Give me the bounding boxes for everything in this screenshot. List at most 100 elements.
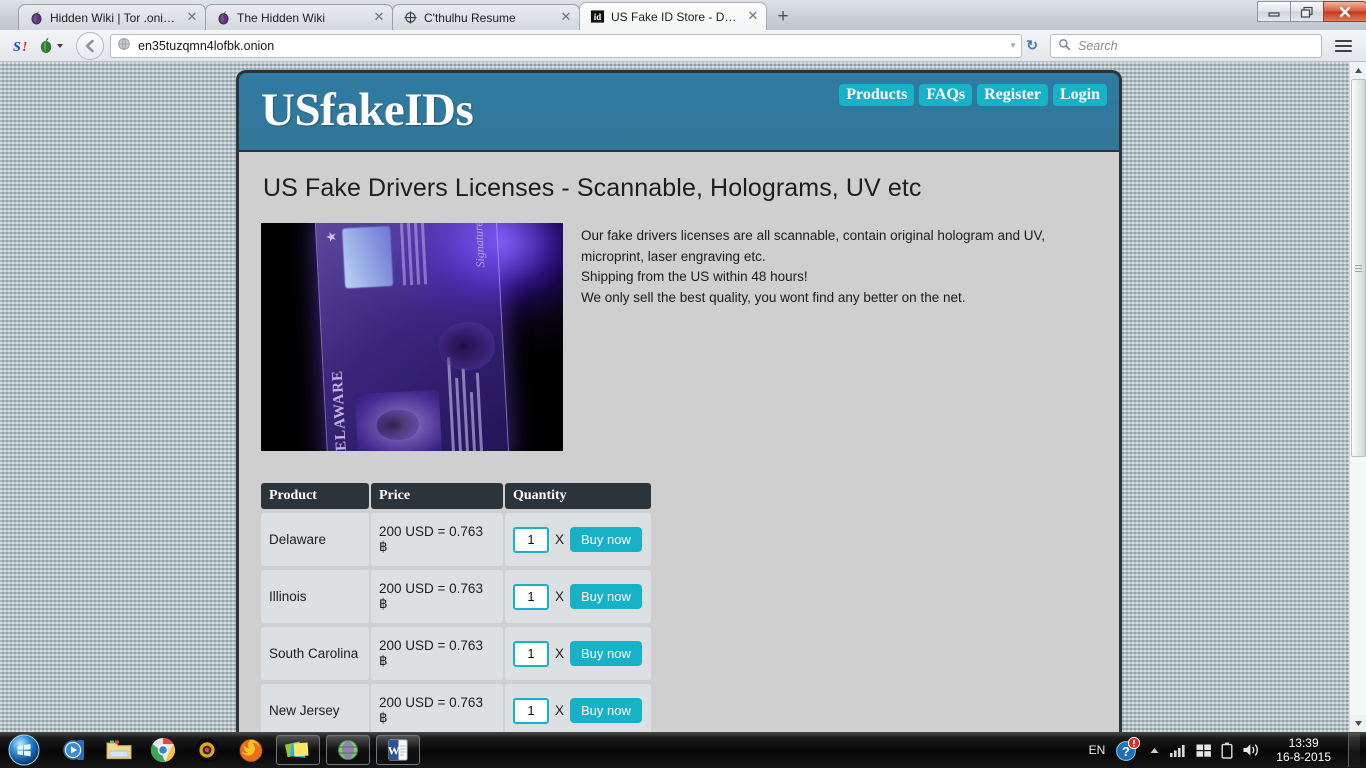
nav-item-products[interactable]: Products: [839, 84, 915, 106]
chevron-down-icon[interactable]: ▾: [1011, 40, 1016, 51]
table-row: Delaware 200 USD = 0.763 ฿ X Buy now: [261, 513, 651, 566]
product-table: Product Price Quantity Delaware 200 USD …: [261, 483, 651, 732]
cell-quantity: X Buy now: [505, 570, 651, 623]
torbutton-icon[interactable]: [34, 33, 68, 59]
start-button[interactable]: [2, 733, 46, 767]
nav-item-login[interactable]: Login: [1052, 84, 1107, 106]
svg-text:S: S: [13, 40, 21, 55]
volume-icon[interactable]: [1242, 742, 1261, 758]
browser-window: Hidden Wiki | Tor .onion ur... ✕ The Hid…: [0, 0, 1366, 732]
search-bar[interactable]: Search: [1050, 33, 1322, 58]
clock-date: 16-8-2015: [1276, 750, 1331, 764]
battery-icon[interactable]: [1221, 742, 1233, 759]
network-signal-icon[interactable]: [1169, 743, 1187, 758]
cell-price: 200 USD = 0.763 ฿: [371, 627, 503, 680]
quantity-input[interactable]: [513, 583, 549, 610]
multiply-symbol: X: [555, 646, 565, 661]
tray-overflow-arrow-icon[interactable]: [1149, 746, 1160, 755]
id-card-rotated-face: DELAWARE ★ Signature: [315, 223, 509, 451]
tor-browser-window[interactable]: [326, 735, 370, 765]
buy-now-button[interactable]: Buy now: [570, 527, 642, 552]
id-card-icon: id: [590, 9, 605, 24]
taskbar-items: W: [56, 735, 420, 765]
scroll-up-arrow-icon[interactable]: [1349, 62, 1366, 79]
address-bar-url: en35tuzqmn4lofbk.onion: [138, 38, 275, 53]
table-row: Illinois 200 USD = 0.763 ฿ X Buy now: [261, 570, 651, 623]
address-bar[interactable]: en35tuzqmn4lofbk.onion ▾: [110, 33, 1023, 58]
browser-tab-4-active[interactable]: id US Fake ID Store - Drivers L... ✕: [579, 2, 767, 30]
intro-line-4: We only sell the best quality, you wont …: [581, 289, 966, 305]
scrollbar-track[interactable]: [1350, 79, 1366, 715]
search-input-placeholder[interactable]: Search: [1078, 39, 1118, 53]
clock-time: 13:39: [1288, 736, 1319, 750]
cell-price: 200 USD = 0.763 ฿: [371, 513, 503, 566]
browser-toolbar: S ! en35tuzqmn4lofbk.onion ▾ ↻ Search: [0, 30, 1366, 62]
intro-line-1: Our fake drivers licenses are all scanna…: [581, 228, 1046, 243]
buy-now-button[interactable]: Buy now: [570, 641, 642, 666]
table-header-row: Product Price Quantity: [261, 483, 651, 509]
scrollbar-grip-icon: [1354, 264, 1362, 272]
site-identity-globe-icon: [117, 37, 131, 54]
quantity-input[interactable]: [513, 697, 549, 724]
show-desktop-button[interactable]: [1348, 733, 1360, 767]
id-card-state-text: DELAWARE: [329, 369, 351, 451]
tor-browser-icon[interactable]: [188, 735, 226, 765]
windows-media-player-icon[interactable]: [56, 735, 94, 765]
drivers-license-uv-photo: DELAWARE ★ Signature: [261, 223, 563, 451]
windows-explorer-icon[interactable]: [100, 735, 138, 765]
browser-tab-2[interactable]: The Hidden Wiki ✕: [205, 4, 393, 30]
id-card-hologram: [342, 226, 394, 289]
column-header-product: Product: [261, 483, 369, 509]
page-title: US Fake Drivers Licenses - Scannable, Ho…: [263, 174, 922, 202]
browser-tab-title: US Fake ID Store - Drivers L...: [611, 9, 740, 24]
tab-strip: Hidden Wiki | Tor .onion ur... ✕ The Hid…: [0, 0, 1366, 30]
cell-price: 200 USD = 0.763 ฿: [371, 684, 503, 732]
reload-icon[interactable]: ↻: [1022, 37, 1042, 54]
svg-text:id: id: [594, 12, 601, 22]
vertical-scrollbar[interactable]: [1349, 62, 1366, 732]
stumbleupon-icon[interactable]: S !: [8, 33, 34, 59]
cell-quantity: X Buy now: [505, 627, 651, 680]
buy-now-button[interactable]: Buy now: [570, 584, 642, 609]
windows-flag-icon[interactable]: [1196, 743, 1212, 758]
site-content: US Fake Drivers Licenses - Scannable, Ho…: [236, 150, 1122, 732]
google-chrome-icon[interactable]: [144, 735, 182, 765]
scrollbar-thumb[interactable]: [1350, 79, 1366, 457]
restore-button[interactable]: [1290, 1, 1324, 22]
close-tab-icon[interactable]: ✕: [372, 11, 386, 25]
browser-tab-3[interactable]: C'thulhu Resume ✕: [392, 4, 580, 30]
close-tab-icon[interactable]: ✕: [185, 11, 199, 25]
browser-tab-1[interactable]: Hidden Wiki | Tor .onion ur... ✕: [18, 4, 206, 30]
cell-product: Delaware: [261, 513, 369, 566]
close-tab-icon[interactable]: ✕: [559, 11, 573, 25]
buy-now-button[interactable]: Buy now: [570, 698, 642, 723]
multiply-symbol: X: [555, 703, 565, 718]
clock[interactable]: 13:39 16-8-2015: [1270, 736, 1337, 764]
action-center-alert-icon[interactable]: ?: [1114, 737, 1141, 763]
browser-tab-title: Hidden Wiki | Tor .onion ur...: [50, 10, 179, 25]
quantity-input[interactable]: [513, 640, 549, 667]
new-tab-button[interactable]: +: [770, 4, 796, 30]
microsoft-word-icon[interactable]: W: [376, 735, 420, 765]
minimize-button[interactable]: [1257, 1, 1291, 22]
system-tray: EN ? 13:39 16-8-2015: [1089, 733, 1366, 767]
browser-tab-title: C'thulhu Resume: [424, 10, 516, 25]
mozilla-firefox-icon[interactable]: [232, 735, 270, 765]
scroll-down-arrow-icon[interactable]: [1349, 715, 1366, 732]
cell-product: South Carolina: [261, 627, 369, 680]
language-indicator[interactable]: EN: [1089, 743, 1106, 757]
sticky-notes-window[interactable]: [276, 735, 320, 765]
back-button[interactable]: [76, 31, 104, 60]
id-card-ghost-portrait: [437, 320, 496, 372]
nav-item-faqs[interactable]: FAQs: [919, 84, 973, 106]
window-controls: [1257, 0, 1366, 26]
id-card-signature: Signature: [470, 223, 488, 269]
quantity-input[interactable]: [513, 526, 549, 553]
site-logo[interactable]: USfakeIDs: [239, 73, 474, 137]
close-tab-icon[interactable]: ✕: [746, 10, 760, 24]
column-header-quantity: Quantity: [505, 483, 651, 509]
cell-price: 200 USD = 0.763 ฿: [371, 570, 503, 623]
nav-item-register[interactable]: Register: [977, 84, 1048, 106]
close-button[interactable]: [1323, 1, 1366, 22]
hamburger-menu-icon[interactable]: [1328, 33, 1358, 59]
